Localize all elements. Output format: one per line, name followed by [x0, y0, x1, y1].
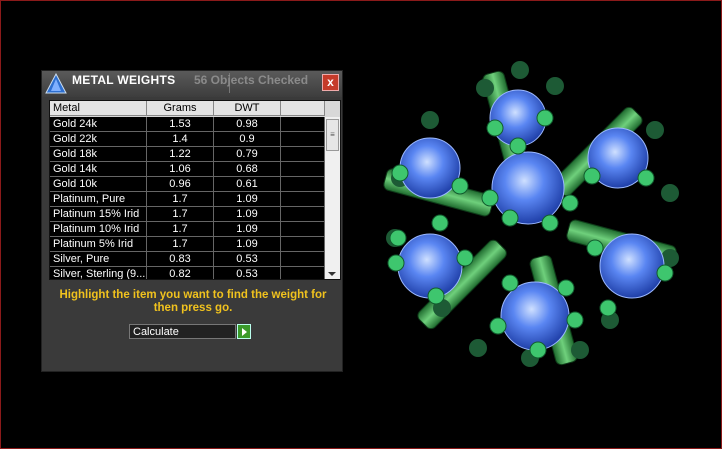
table-header: Metal Grams DWT [50, 101, 340, 117]
extra-cell [281, 177, 325, 191]
dwt-cell: 0.61 [214, 177, 281, 191]
close-button[interactable]: x [322, 74, 339, 91]
extra-cell [281, 267, 325, 279]
metal-cell: Gold 24k [50, 117, 147, 131]
grams-cell: 1.4 [147, 132, 214, 146]
metal-cell: Gold 18k [50, 147, 147, 161]
grams-cell: 1.7 [147, 207, 214, 221]
table-row[interactable]: Platinum 5% Irid 1.7 1.09 [50, 237, 325, 252]
grams-cell: 1.7 [147, 222, 214, 236]
dwt-cell: 1.09 [214, 237, 281, 251]
table-row[interactable]: Silver, Sterling (9... 0.82 0.53 [50, 267, 325, 279]
table-scrollbar[interactable]: ≡ [325, 117, 340, 279]
column-header-dwt[interactable]: DWT [214, 101, 281, 116]
metal-cell: Gold 10k [50, 177, 147, 191]
table-row[interactable]: Platinum 15% Irid 1.7 1.09 [50, 207, 325, 222]
extra-cell [281, 222, 325, 236]
extra-cell [281, 207, 325, 221]
table-row[interactable]: Platinum 10% Irid 1.7 1.09 [50, 222, 325, 237]
dwt-cell: 1.09 [214, 207, 281, 221]
metal-cell: Gold 22k [50, 132, 147, 146]
extra-cell [281, 132, 325, 146]
table-row[interactable]: Silver, Pure 0.83 0.53 [50, 252, 325, 267]
dwt-cell: 0.68 [214, 162, 281, 176]
extra-cell [281, 252, 325, 266]
grams-cell: 1.7 [147, 192, 214, 206]
grams-cell: 0.83 [147, 252, 214, 266]
metal-cell: Platinum, Pure [50, 192, 147, 206]
dwt-cell: 0.98 [214, 117, 281, 131]
dwt-cell: 1.09 [214, 192, 281, 206]
table-row[interactable]: Gold 18k 1.22 0.79 [50, 147, 325, 162]
metal-table: Metal Grams DWT Gold 24k 1.53 0.98 Gold 22k… [49, 100, 341, 280]
metal-cell: Silver, Sterling (9... [50, 267, 147, 279]
extra-cell [281, 162, 325, 176]
dialog-title: METAL WEIGHTS [72, 73, 176, 87]
column-header-extra[interactable] [281, 101, 325, 116]
extra-cell [281, 237, 325, 251]
dwt-cell: 0.9 [214, 132, 281, 146]
grams-cell: 1.22 [147, 147, 214, 161]
grams-cell: 1.06 [147, 162, 214, 176]
dialog-titlebar[interactable]: METAL WEIGHTS 56 Objects Checked x [42, 71, 342, 97]
go-arrow-icon [242, 328, 247, 336]
action-select[interactable]: Calculate [129, 324, 236, 339]
grams-cell: 0.96 [147, 177, 214, 191]
extra-cell [281, 192, 325, 206]
ring-3d-render [383, 61, 679, 367]
dwt-cell: 0.53 [214, 252, 281, 266]
table-row[interactable]: Gold 24k 1.53 0.98 [50, 117, 325, 132]
metal-cell: Platinum 10% Irid [50, 222, 147, 236]
close-icon: x [327, 75, 334, 89]
metal-cell: Platinum 5% Irid [50, 237, 147, 251]
table-body: Gold 24k 1.53 0.98 Gold 22k 1.4 0.9 Gold 18k 1.… [50, 117, 325, 279]
column-header-grams[interactable]: Grams [147, 101, 214, 116]
grams-cell: 0.82 [147, 267, 214, 279]
metal-weights-dialog: METAL WEIGHTS 56 Objects Checked x Metal… [41, 70, 343, 372]
instruction-text: Highlight the item you want to find the … [59, 289, 327, 314]
column-header-metal[interactable]: Metal [50, 101, 147, 116]
metal-cell: Platinum 15% Irid [50, 207, 147, 221]
scrollbar-thumb[interactable]: ≡ [326, 119, 339, 151]
matrix-logo-icon [45, 73, 67, 94]
grams-cell: 1.7 [147, 237, 214, 251]
table-row[interactable]: Platinum, Pure 1.7 1.09 [50, 192, 325, 207]
metal-cell: Gold 14k [50, 162, 147, 176]
table-row[interactable]: Gold 22k 1.4 0.9 [50, 132, 325, 147]
dwt-cell: 1.09 [214, 222, 281, 236]
extra-cell [281, 147, 325, 161]
objects-checked-label: 56 Objects Checked [194, 73, 309, 87]
table-row[interactable]: Gold 14k 1.06 0.68 [50, 162, 325, 177]
go-button[interactable] [237, 324, 251, 339]
grams-cell: 1.53 [147, 117, 214, 131]
dwt-cell: 0.79 [214, 147, 281, 161]
dwt-cell: 0.53 [214, 267, 281, 279]
table-row[interactable]: Gold 10k 0.96 0.61 [50, 177, 325, 192]
scroll-down-icon[interactable] [328, 272, 336, 276]
metal-cell: Silver, Pure [50, 252, 147, 266]
extra-cell [281, 117, 325, 131]
